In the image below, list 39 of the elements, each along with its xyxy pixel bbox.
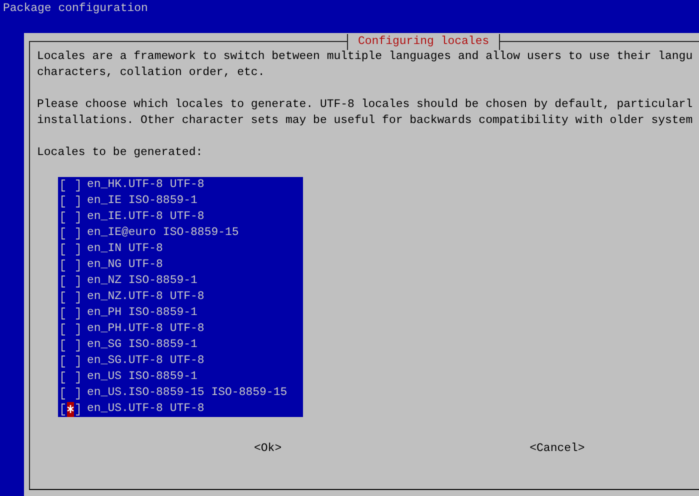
locale-option[interactable]: en_IN UTF-8	[87, 241, 163, 257]
cancel-button[interactable]: <Cancel>	[530, 441, 585, 457]
checkbox[interactable]	[60, 369, 81, 385]
locale-option[interactable]: en_NZ ISO-8859-1	[87, 273, 198, 289]
checkbox[interactable]	[60, 273, 81, 289]
ok-button[interactable]: <Ok>	[254, 441, 282, 457]
locale-option[interactable]: en_SG.UTF-8 UTF-8	[87, 353, 204, 369]
locale-option[interactable]: en_SG ISO-8859-1	[87, 337, 198, 353]
dialog-title: Configuring locales	[347, 34, 500, 50]
checkbox[interactable]	[60, 193, 81, 209]
locale-option[interactable]: en_US.ISO-8859-15 ISO-8859-15	[87, 385, 288, 401]
locale-option[interactable]: en_NZ.UTF-8 UTF-8	[87, 289, 204, 305]
description-text: Locales are a framework to switch between multiple languages and allow users to use their langu	[37, 49, 693, 65]
checkbox[interactable]	[60, 385, 81, 401]
checkbox[interactable]	[60, 289, 81, 305]
locale-option[interactable]: en_PH ISO-8859-1	[87, 305, 198, 321]
locale-option[interactable]: en_US ISO-8859-1	[87, 369, 198, 385]
checkbox[interactable]	[60, 305, 81, 321]
locale-option[interactable]: en_NG UTF-8	[87, 257, 163, 273]
checkbox[interactable]	[60, 177, 81, 193]
checkbox[interactable]	[60, 209, 81, 225]
description-text: characters, collation order, etc.	[37, 65, 265, 81]
locale-option[interactable]: en_US.UTF-8 UTF-8	[87, 401, 204, 417]
checkbox[interactable]	[60, 353, 81, 369]
locale-option[interactable]: en_IE@euro ISO-8859-15	[87, 225, 239, 241]
checkbox[interactable]	[60, 321, 81, 337]
checkbox[interactable]	[60, 225, 81, 241]
description-text: Please choose which locales to generate. UTF-8 locales should be chosen by default, particularl	[37, 97, 693, 113]
checkbox[interactable]	[60, 257, 81, 273]
list-label: Locales to be generated:	[37, 145, 203, 161]
locale-option[interactable]: en_HK.UTF-8 UTF-8	[87, 177, 204, 193]
description-text: installations. Other character sets may be useful for backwards compatibility with older system	[37, 113, 693, 129]
checkbox[interactable]	[60, 337, 81, 353]
window-title: Package configuration	[2, 1, 148, 16]
locale-option[interactable]: en_IE ISO-8859-1	[87, 193, 198, 209]
checkbox[interactable]	[60, 241, 81, 257]
locale-option[interactable]: en_IE.UTF-8 UTF-8	[87, 209, 204, 225]
locale-option[interactable]: en_PH.UTF-8 UTF-8	[87, 321, 204, 337]
checkbox[interactable]	[60, 401, 81, 417]
